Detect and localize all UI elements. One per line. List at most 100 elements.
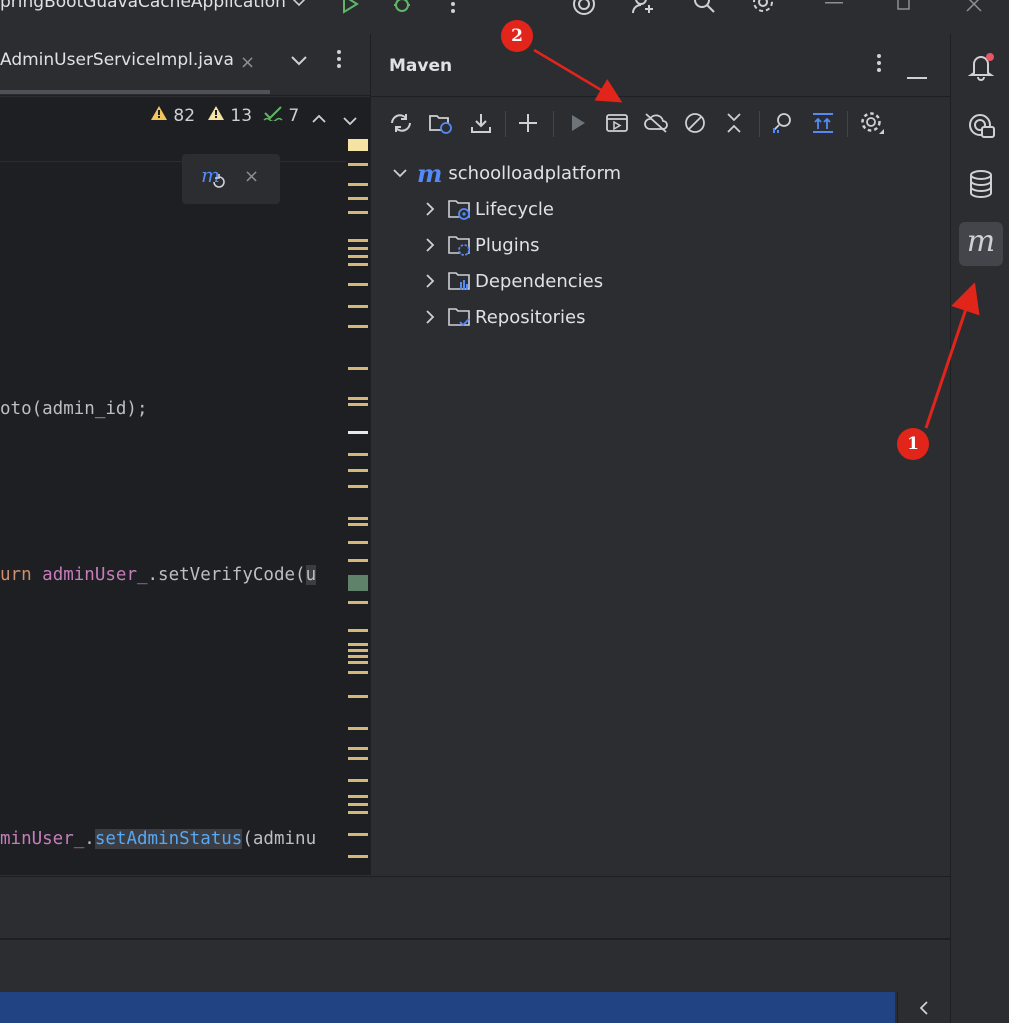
annotation-badge-1: 1 bbox=[897, 428, 929, 460]
stripe-mark bbox=[348, 811, 368, 814]
toolbar-separator bbox=[553, 111, 554, 137]
tree-node-project[interactable]: m schoolloadplatform bbox=[391, 158, 621, 188]
maven-options-icon[interactable] bbox=[876, 52, 882, 79]
stripe-mark bbox=[348, 541, 368, 544]
add-user-icon[interactable] bbox=[630, 0, 658, 18]
collapse-all-icon[interactable] bbox=[720, 109, 748, 137]
chevron-right-icon[interactable] bbox=[421, 200, 439, 218]
restore-window-icon[interactable] bbox=[890, 0, 918, 18]
inspection-weak-warnings[interactable]: 13 bbox=[207, 105, 252, 126]
chevron-right-icon[interactable] bbox=[421, 272, 439, 290]
error-stripe[interactable] bbox=[346, 135, 370, 875]
maven-reload-popup: m × bbox=[182, 154, 280, 204]
minimize-window-icon[interactable] bbox=[820, 0, 848, 18]
stripe-mark bbox=[348, 795, 368, 798]
collapse-panel-button[interactable] bbox=[897, 992, 950, 1023]
settings-gear-icon[interactable] bbox=[749, 0, 777, 18]
weak-warning-icon bbox=[208, 106, 224, 120]
skip-tests-icon[interactable] bbox=[681, 109, 709, 137]
annotation-badge-2: 2 bbox=[501, 20, 533, 52]
stripe-mark bbox=[348, 263, 368, 266]
inspection-warnings[interactable]: 82 bbox=[150, 105, 195, 126]
stripe-mark bbox=[348, 485, 368, 488]
build-tool-settings-icon[interactable] bbox=[858, 109, 886, 137]
dependencies-folder-icon bbox=[448, 272, 470, 290]
tree-node-plugins[interactable]: Plugins bbox=[421, 230, 539, 260]
dependencies-label: Dependencies bbox=[475, 270, 604, 292]
hide-window-icon[interactable] bbox=[907, 62, 927, 86]
tab-more-icon[interactable] bbox=[336, 48, 342, 75]
maven-reload-icon[interactable]: m bbox=[200, 163, 228, 196]
stripe-mark bbox=[348, 397, 368, 400]
stripe-mark bbox=[348, 211, 368, 214]
warning-count: 82 bbox=[173, 106, 196, 126]
maven-title: Maven bbox=[389, 56, 453, 76]
notifications-bell-icon[interactable] bbox=[959, 44, 1003, 88]
tab-close-icon[interactable]: × bbox=[240, 52, 255, 73]
run-configuration-selector[interactable]: pringBootGuavaCacheApplication bbox=[0, 0, 307, 12]
debug-icon[interactable] bbox=[388, 0, 416, 18]
run-icon[interactable] bbox=[336, 0, 364, 18]
stripe-mark bbox=[348, 325, 368, 328]
tree-node-dependencies[interactable]: Dependencies bbox=[421, 266, 603, 296]
chevron-right-icon[interactable] bbox=[421, 308, 439, 326]
stripe-mark bbox=[348, 431, 368, 434]
code-with-me-icon[interactable] bbox=[570, 0, 598, 18]
stripe-mark bbox=[348, 655, 368, 658]
code-editor[interactable]: 82 13 7 m × oto(admin_id); urn adminUser… bbox=[0, 97, 370, 875]
close-window-icon[interactable] bbox=[960, 0, 988, 18]
code-line-1: oto(admin_id); bbox=[0, 399, 148, 419]
execute-maven-goal-icon[interactable] bbox=[603, 109, 631, 137]
stripe-mark bbox=[348, 559, 368, 562]
chevron-down-icon[interactable] bbox=[391, 164, 409, 182]
reload-all-projects-icon[interactable] bbox=[387, 109, 415, 137]
stripe-mark bbox=[348, 779, 368, 782]
editor-tab-bar: AdminUserServiceImpl.java × bbox=[0, 34, 370, 96]
maven-toolbar bbox=[371, 96, 951, 148]
next-highlight-icon[interactable] bbox=[343, 111, 357, 130]
stripe-mark bbox=[348, 855, 368, 858]
stripe-mark bbox=[348, 305, 368, 308]
editor-header-divider bbox=[0, 161, 346, 162]
run-configuration-label: pringBootGuavaCacheApplication bbox=[0, 0, 286, 12]
inspection-typos[interactable]: 7 bbox=[263, 105, 299, 126]
add-maven-project-icon[interactable] bbox=[514, 109, 542, 137]
bottom-panel bbox=[0, 876, 950, 1023]
chevron-right-icon[interactable] bbox=[421, 236, 439, 254]
warning-icon bbox=[151, 106, 167, 120]
lifecycle-label: Lifecycle bbox=[475, 198, 554, 220]
stripe-mark bbox=[348, 727, 368, 730]
stripe-mark bbox=[348, 403, 368, 406]
repositories-folder-icon bbox=[448, 308, 470, 327]
more-actions-icon[interactable] bbox=[439, 0, 467, 18]
tree-node-repositories[interactable]: Repositories bbox=[421, 302, 586, 332]
previous-highlight-icon[interactable] bbox=[312, 109, 326, 128]
right-tool-stripe: m bbox=[950, 34, 1009, 1023]
toggle-offline-mode-icon[interactable] bbox=[642, 109, 670, 137]
show-dependencies-icon[interactable] bbox=[809, 109, 837, 137]
popup-close-icon[interactable]: × bbox=[244, 166, 259, 187]
maven-project-icon: m bbox=[417, 158, 443, 188]
download-sources-icon[interactable] bbox=[467, 109, 495, 137]
analyze-dependencies-icon[interactable] bbox=[769, 109, 797, 137]
stripe-mark bbox=[348, 139, 368, 151]
run-maven-build-icon[interactable] bbox=[564, 109, 592, 137]
tab-list-chevron-icon[interactable] bbox=[290, 48, 308, 72]
generate-sources-icon[interactable] bbox=[427, 109, 455, 137]
main-toolbar: pringBootGuavaCacheApplication bbox=[0, 0, 1009, 20]
stripe-mark bbox=[348, 649, 368, 652]
maven-tool-icon[interactable]: m bbox=[959, 222, 1003, 266]
tree-node-lifecycle[interactable]: Lifecycle bbox=[421, 194, 554, 224]
stripe-mark bbox=[348, 517, 368, 520]
stripe-mark bbox=[348, 643, 368, 646]
stripe-mark bbox=[348, 239, 368, 242]
file-tab-admin-user-service-impl[interactable]: AdminUserServiceImpl.java bbox=[0, 50, 234, 70]
database-icon[interactable] bbox=[959, 162, 1003, 206]
chevron-down-icon bbox=[293, 0, 306, 7]
search-icon[interactable] bbox=[690, 0, 718, 18]
ai-assistant-icon[interactable] bbox=[959, 104, 1003, 148]
chevron-left-icon bbox=[919, 1001, 928, 1015]
stripe-mark bbox=[348, 695, 368, 698]
stripe-mark bbox=[348, 197, 368, 200]
selected-row-bar[interactable] bbox=[0, 992, 895, 1023]
